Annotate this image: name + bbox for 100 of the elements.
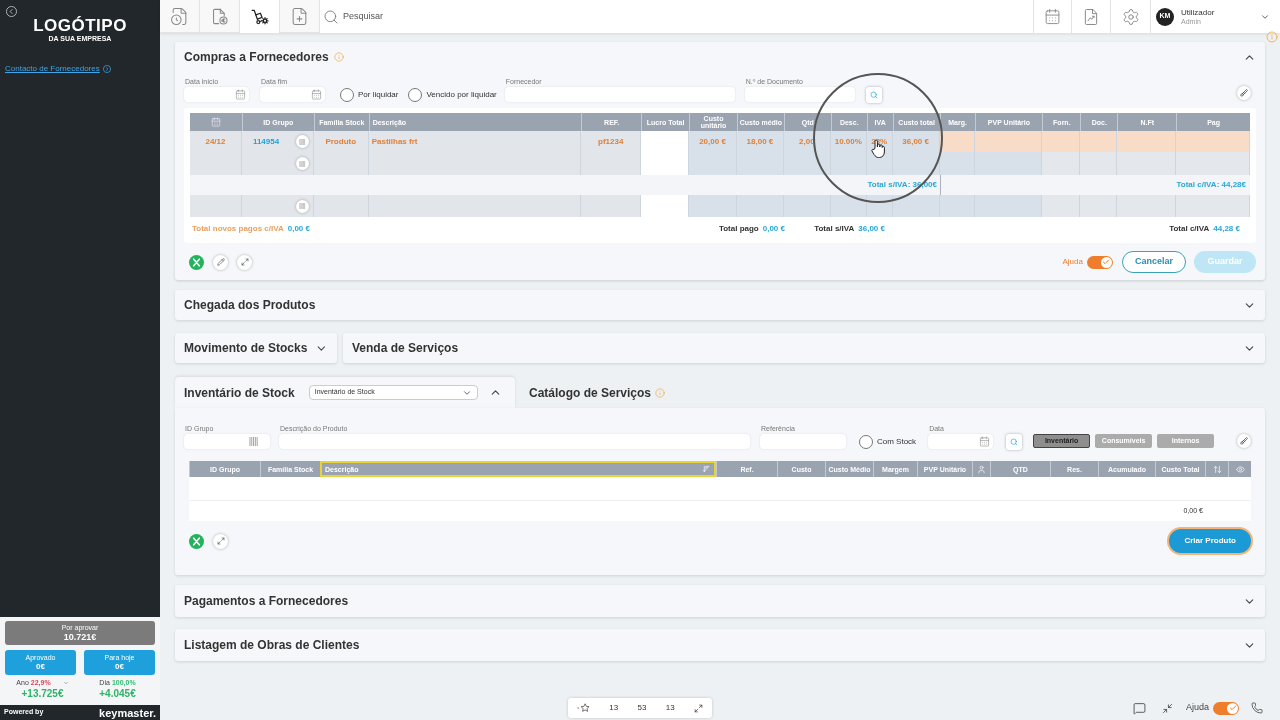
expand-icon[interactable] [693, 703, 703, 713]
calendar-icon[interactable] [979, 436, 991, 447]
chevron-circle-icon[interactable] [102, 65, 111, 73]
table-cell: pf1234 [581, 131, 642, 152]
eye-icon[interactable] [1235, 464, 1245, 474]
barcode-icon[interactable] [295, 199, 309, 213]
calendar-icon[interactable] [311, 89, 322, 100]
table-cell: 36,00 € [892, 131, 940, 152]
radio-button[interactable] [408, 87, 423, 102]
collapsed-panel[interactable]: Pagamentos a Fornecedores [175, 585, 1265, 617]
table-cell [581, 152, 642, 175]
expand-icon[interactable] [213, 533, 228, 549]
search-icon[interactable] [323, 8, 339, 25]
brand-text: keymaster. [99, 706, 156, 719]
calendar-icon[interactable] [1044, 8, 1061, 25]
input-field[interactable] [184, 434, 270, 449]
group-id-text[interactable]: 114954 [252, 135, 280, 148]
table-cell: 24/12 [190, 131, 242, 152]
shrink-icon[interactable] [1161, 702, 1173, 714]
document-clock-icon[interactable] [170, 6, 189, 26]
toggle-switch[interactable] [1086, 255, 1113, 269]
table-cell [737, 152, 784, 175]
toolbar-tab[interactable] [240, 0, 280, 33]
total-label: Total pago [718, 223, 759, 235]
table-cell [783, 152, 831, 175]
table-cell-text: Total c/IVA: 44,28€ [1175, 179, 1247, 191]
brush-icon[interactable] [1237, 86, 1251, 100]
table-cell: 20,00 € [689, 131, 737, 152]
back-icon[interactable] [6, 6, 17, 17]
barcode-icon[interactable] [249, 437, 259, 446]
card-value: 10.721€ [63, 631, 97, 643]
table-cell: 10.00% [830, 131, 867, 152]
input-field[interactable] [928, 434, 994, 449]
document-euro-icon[interactable] [210, 6, 229, 26]
input-field[interactable] [744, 87, 855, 102]
radio-button[interactable] [340, 87, 354, 102]
barcode-icon[interactable] [295, 157, 309, 170]
info-icon[interactable] [1266, 31, 1278, 43]
search-field[interactable]: Pesquisar [343, 9, 543, 24]
total-value: 44,28 € [1213, 223, 1240, 235]
collapsed-panel[interactable]: Listagem de Obras de Clientes [175, 629, 1265, 661]
hand-cursor-icon [871, 139, 885, 158]
table-cell [737, 195, 784, 217]
radio-label[interactable]: Vencido por liquidar [426, 88, 497, 101]
input-field[interactable] [260, 87, 325, 102]
excel-icon[interactable] [189, 254, 204, 270]
radio-label[interactable]: Com Stock [877, 435, 917, 448]
collapsed-panel[interactable]: Movimento de Stocks [175, 333, 337, 363]
brush-icon[interactable] [1237, 434, 1251, 448]
logo-text: LOGÓTIPO [33, 17, 127, 35]
table-cell [689, 195, 737, 217]
search-icon[interactable] [869, 91, 878, 99]
person-icon[interactable] [977, 464, 986, 474]
total-value: 36,00 € [858, 223, 885, 235]
document-plus-icon[interactable] [290, 6, 309, 26]
stat-value: +4.045€ [99, 688, 136, 700]
expand-icon[interactable] [237, 254, 252, 270]
table-cell [689, 152, 737, 175]
card-value: 0€ [36, 661, 45, 672]
collapsed-panel[interactable]: Venda de Serviços [343, 333, 1265, 363]
section-title: Compras a Fornecedores [184, 49, 329, 66]
help-label: Ajuda [1185, 701, 1209, 715]
supplier-contact-link[interactable]: Contacto de Fornecedores [5, 63, 100, 75]
search-button[interactable] [1006, 434, 1023, 450]
pencil-icon[interactable] [213, 254, 228, 270]
document-chart-icon[interactable] [1082, 7, 1100, 26]
input-field[interactable] [184, 87, 249, 102]
star-icon[interactable] [577, 703, 590, 713]
radio-label[interactable]: Por liquidar [358, 88, 399, 101]
total-label: Total novos pagos c/IVA [192, 223, 284, 235]
sort-icon[interactable] [702, 465, 710, 473]
section-title: Listagem de Obras de Clientes [184, 637, 360, 654]
barcode-icon[interactable] [295, 135, 309, 148]
total-value: 0,00 € [762, 223, 785, 235]
toggle-switch[interactable] [1213, 701, 1239, 715]
counter-text[interactable]: 13 [665, 702, 675, 714]
section-title: Venda de Serviços [352, 340, 459, 357]
table-cell [892, 152, 940, 175]
cancel-button[interactable]: Cancelar [1121, 251, 1186, 273]
user-name: Utilizador [1181, 7, 1215, 18]
table-cell [581, 195, 642, 217]
tab-title: Inventário de Stock [184, 384, 295, 402]
sort-icon[interactable] [1212, 464, 1222, 474]
phone-icon[interactable] [1251, 702, 1263, 714]
collapsed-panel[interactable]: Chegada dos Produtos [175, 290, 1265, 320]
help-label: Ajuda [1062, 256, 1083, 268]
excel-icon[interactable] [189, 533, 204, 549]
calendar-icon[interactable] [235, 89, 246, 100]
chat-icon[interactable] [1132, 701, 1146, 715]
create-product-button[interactable]: Criar Produto [1169, 529, 1251, 553]
tab-title[interactable]: Catálogo de Serviços [529, 383, 652, 402]
section-title: Chegada dos Produtos [184, 297, 316, 314]
section-title: Movimento de Stocks [184, 340, 308, 357]
search-icon[interactable] [1010, 438, 1019, 446]
radio-button[interactable] [859, 434, 873, 449]
section-title: Pagamentos a Fornecedores [184, 593, 349, 610]
search-button[interactable] [865, 87, 882, 103]
counter-text[interactable]: 53 [637, 702, 647, 714]
settings-icon[interactable] [1121, 7, 1140, 26]
counter-text[interactable]: 13 [609, 702, 619, 714]
